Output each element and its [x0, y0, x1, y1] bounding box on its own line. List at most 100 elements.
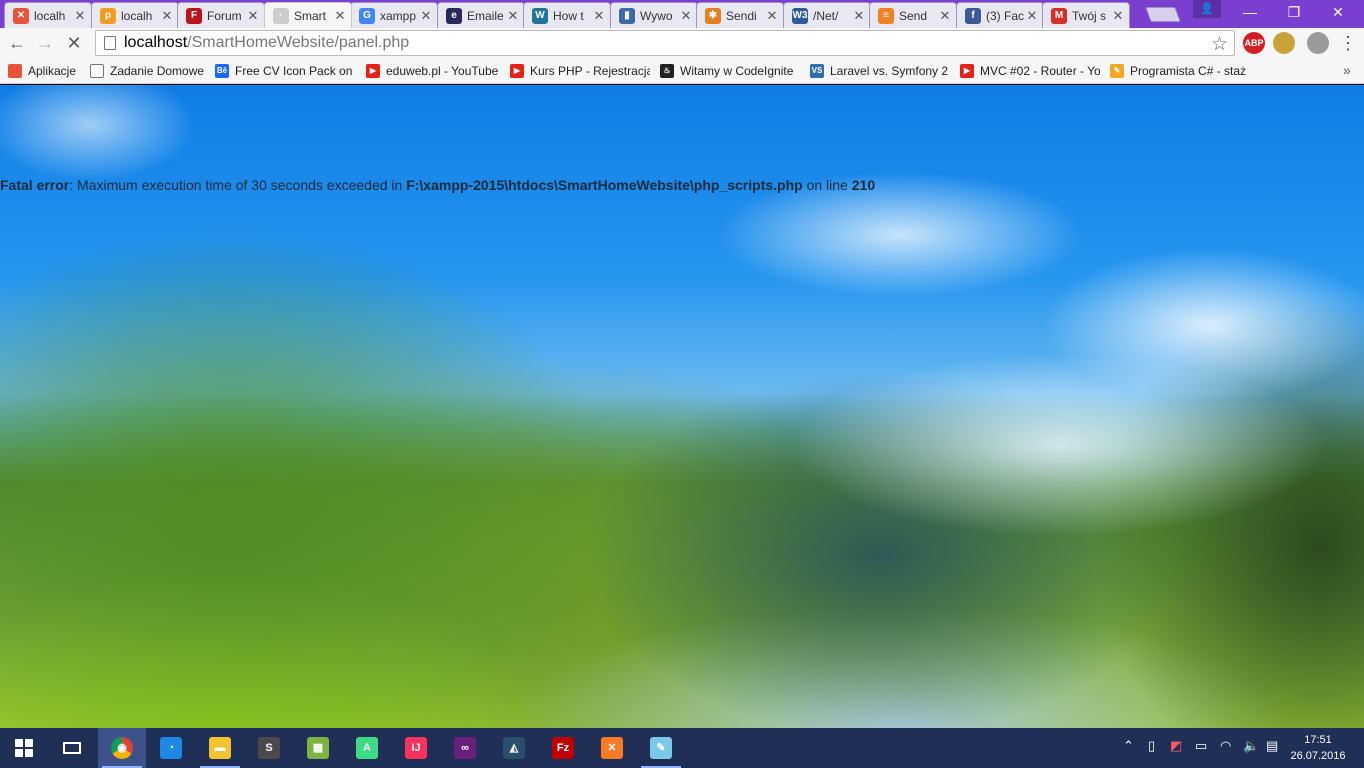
close-window-button[interactable]: ✕	[1316, 0, 1360, 24]
bookmarks-overflow-icon[interactable]: »	[1343, 62, 1351, 78]
google-icon: G	[359, 7, 375, 24]
restore-button[interactable]: ❐	[1272, 0, 1316, 24]
bookmark-item[interactable]: VS Laravel vs. Symfony 2	[810, 62, 948, 80]
tab-4[interactable]: Gxampp ✕	[350, 2, 438, 28]
error-on-line-text: on line	[802, 177, 852, 193]
taskbar-app-button[interactable]: ◭	[490, 728, 538, 768]
facebook-icon: f	[965, 7, 981, 24]
bookmark-item[interactable]: ▶ Kurs PHP - Rejestracja	[510, 62, 650, 80]
stop-loading-icon[interactable]: ✕	[62, 32, 86, 54]
start-button[interactable]	[0, 728, 48, 768]
bookmark-item[interactable]: ✎ Programista C# - staż	[1110, 62, 1246, 80]
bookmarks-bar: Aplikacje Zadanie Domowe Bē Free CV Icon Pa…	[0, 58, 1364, 84]
bookmark-label: Programista C# - staż	[1130, 64, 1247, 78]
taskbar-app-button[interactable]: ◉	[98, 728, 146, 768]
bookmark-item[interactable]: Zadanie Domowe	[90, 62, 204, 80]
battery-icon[interactable]: ▭	[1195, 738, 1207, 754]
action-center-icon[interactable]: ▤	[1266, 738, 1278, 754]
usb-device-icon[interactable]: ▯	[1148, 738, 1155, 754]
tab-close-icon[interactable]: ✕	[938, 8, 952, 24]
tab-close-icon[interactable]: ✕	[419, 8, 433, 24]
codeigniter-icon: ♨	[660, 64, 674, 78]
tab-close-icon[interactable]: ✕	[160, 8, 174, 24]
antivirus-icon[interactable]: ◩	[1170, 738, 1182, 754]
mysql-workbench-icon: ◭	[503, 737, 525, 759]
url-path: /SmartHomeWebsite/panel.php	[187, 34, 410, 51]
system-clock[interactable]: 17:51 26.07.2016	[1290, 732, 1346, 764]
tab-title: localh	[121, 8, 153, 23]
error-file-path: F:\xampp-2015\htdocs\SmartHomeWebsite\ph…	[406, 177, 803, 193]
tab-close-icon[interactable]: ✕	[246, 8, 260, 24]
tab-close-icon[interactable]: ✕	[1111, 8, 1125, 24]
tab-title: Wywo	[640, 8, 673, 23]
tab-6[interactable]: W How t ✕	[523, 2, 611, 28]
bookmark-label: Free CV Icon Pack on	[235, 64, 353, 78]
taskbar-app-button[interactable]: A	[343, 728, 391, 768]
error-label: Fatal error	[0, 177, 70, 193]
youtube-icon: ▶	[366, 64, 380, 78]
minimize-button[interactable]: —	[1228, 0, 1272, 24]
tab-10[interactable]: ≡ Send ✕	[869, 2, 957, 28]
task-view-button[interactable]	[48, 728, 96, 768]
tab-close-icon[interactable]: ✕	[1025, 8, 1039, 24]
chrome-menu-icon[interactable]: ⋮	[1339, 32, 1357, 54]
tab-close-icon[interactable]: ✕	[506, 8, 520, 24]
tab-close-icon[interactable]: ✕	[333, 8, 347, 24]
taskbar-app-button[interactable]: ▦	[294, 728, 342, 768]
taskbar-app-button[interactable]: ▬	[196, 728, 244, 768]
forward-icon[interactable]: →	[33, 32, 57, 54]
tab-1[interactable]: p localh ✕	[91, 2, 179, 28]
tab-8[interactable]: ✱ Sendi ✕	[696, 2, 784, 28]
adblock-plus-icon[interactable]: ABP	[1243, 32, 1265, 54]
tab-close-icon[interactable]: ✕	[852, 8, 866, 24]
wifi-icon[interactable]: ◠	[1220, 738, 1231, 754]
address-bar[interactable]: localhost/SmartHomeWebsite/panel.php ☆	[95, 30, 1235, 56]
taskbar-app-button[interactable]: Fz	[539, 728, 587, 768]
bookmark-label: Laravel vs. Symfony 2	[830, 64, 949, 78]
bookmark-item[interactable]: Bē Free CV Icon Pack on	[215, 62, 352, 80]
tab-9[interactable]: W3/Net/ ✕	[783, 2, 871, 28]
wordpress-icon: W	[532, 7, 548, 24]
sublime-text-icon: S	[258, 737, 280, 759]
tab-7[interactable]: ▮ Wywo ✕	[610, 2, 698, 28]
taskbar-app-button[interactable]: S	[245, 728, 293, 768]
volume-muted-icon[interactable]: 🔈	[1243, 738, 1259, 754]
visual-studio-icon: ∞	[454, 737, 476, 759]
browser-toolbar: ← → ✕ localhost/SmartHomeWebsite/panel.p…	[0, 28, 1364, 58]
tab-2[interactable]: F Forum ✕	[177, 2, 265, 28]
loading-icon: ·	[273, 7, 289, 24]
xampp-icon: ✕	[13, 7, 29, 24]
tab-5[interactable]: e Emaile ✕	[437, 2, 525, 28]
bookmark-item[interactable]: ▶ MVC #02 - Router - Yo	[960, 62, 1100, 80]
bookmark-icon: ▮	[619, 7, 635, 24]
bookmark-star-icon[interactable]: ☆	[1211, 33, 1228, 56]
extension-bread-icon[interactable]	[1273, 32, 1295, 54]
profile-icon[interactable]: 👤	[1193, 0, 1221, 18]
show-hidden-icons-icon[interactable]: ⌃	[1123, 738, 1134, 754]
taskbar-app-button[interactable]: ✕	[588, 728, 636, 768]
bookmark-item[interactable]: ▶ eduweb.pl - YouTube	[366, 62, 498, 80]
tab-0[interactable]: ✕ localh ✕	[4, 2, 92, 28]
taskbar-app-button[interactable]: ∞	[441, 728, 489, 768]
tab-title: Twój s	[1072, 8, 1107, 23]
tab-close-icon[interactable]: ✕	[765, 8, 779, 24]
taskbar-app-button[interactable]: IJ	[392, 728, 440, 768]
tab-12[interactable]: M Twój s ✕	[1042, 2, 1130, 28]
tab-close-icon[interactable]: ✕	[679, 8, 693, 24]
youtube-icon: ▶	[960, 64, 974, 78]
tab-11[interactable]: f (3) Fac ✕	[956, 2, 1044, 28]
tab-3[interactable]: · Smart ✕	[264, 2, 352, 28]
new-tab-button[interactable]	[1145, 7, 1181, 22]
taskbar-app-button[interactable]: ◔	[147, 728, 195, 768]
taskbar-app-button[interactable]: ✎	[637, 728, 685, 768]
tab-close-icon[interactable]: ✕	[73, 8, 87, 24]
bookmark-label: MVC #02 - Router - Yo	[980, 64, 1100, 78]
filezilla-icon: Fz	[552, 737, 574, 759]
extension-globe-icon[interactable]	[1307, 32, 1329, 54]
bookmark-item[interactable]: ♨ Witamy w CodeIgnite	[660, 62, 793, 80]
error-line-number: 210	[851, 177, 876, 193]
page-info-icon[interactable]	[104, 36, 116, 50]
tab-close-icon[interactable]: ✕	[592, 8, 606, 24]
back-icon[interactable]: ←	[5, 32, 29, 54]
bookmark-item[interactable]: Aplikacje	[8, 62, 76, 80]
